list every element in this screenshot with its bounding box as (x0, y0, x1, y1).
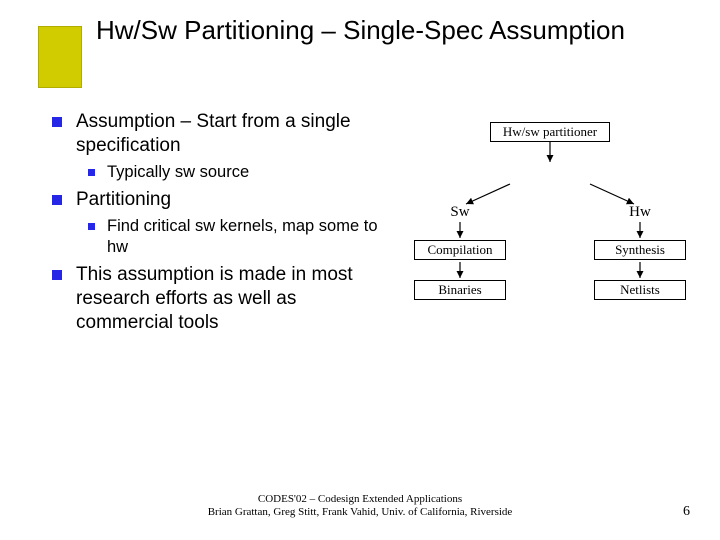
bullet-text: This assumption is made in most research… (76, 263, 382, 334)
diagram-box-synthesis: Synthesis (594, 240, 686, 260)
bullet-icon (52, 117, 62, 127)
list-item: Partitioning (52, 188, 382, 212)
flow-diagram: Specification Hw/sw partitioner Sw Hw Co… (400, 122, 700, 342)
footer-line: Brian Grattan, Greg Stitt, Frank Vahid, … (0, 506, 720, 520)
footer: CODES'02 – Codesign Extended Application… (0, 493, 720, 521)
bullet-icon (88, 169, 95, 176)
bullet-icon (88, 223, 95, 230)
list-item: Assumption – Start from a single specifi… (52, 110, 382, 158)
footer-line: CODES'02 – Codesign Extended Application… (0, 493, 720, 507)
bullet-text: Partitioning (76, 188, 171, 212)
bullet-icon (52, 195, 62, 205)
diagram-box-netlists: Netlists (594, 280, 686, 300)
diagram-box-binaries: Binaries (414, 280, 506, 300)
diagram-label-hw: Hw (616, 204, 664, 221)
bullet-icon (52, 270, 62, 280)
diagram-label-sw: Sw (436, 204, 484, 221)
slide-title: Hw/Sw Partitioning – Single-Spec Assumpt… (96, 14, 690, 47)
bullet-text: Assumption – Start from a single specifi… (76, 110, 382, 158)
diagram-box-partitioner: Hw/sw partitioner (490, 122, 610, 142)
list-item: Typically sw source (88, 162, 382, 183)
title-accent-box (38, 26, 82, 88)
slide-number: 6 (683, 504, 690, 520)
diagram-box-compilation: Compilation (414, 240, 506, 260)
list-item: Find critical sw kernels, map some to hw (88, 216, 382, 257)
bullet-text: Find critical sw kernels, map some to hw (107, 216, 382, 257)
body-text: Assumption – Start from a single specifi… (52, 110, 382, 338)
list-item: This assumption is made in most research… (52, 263, 382, 334)
bullet-text: Typically sw source (107, 162, 249, 183)
